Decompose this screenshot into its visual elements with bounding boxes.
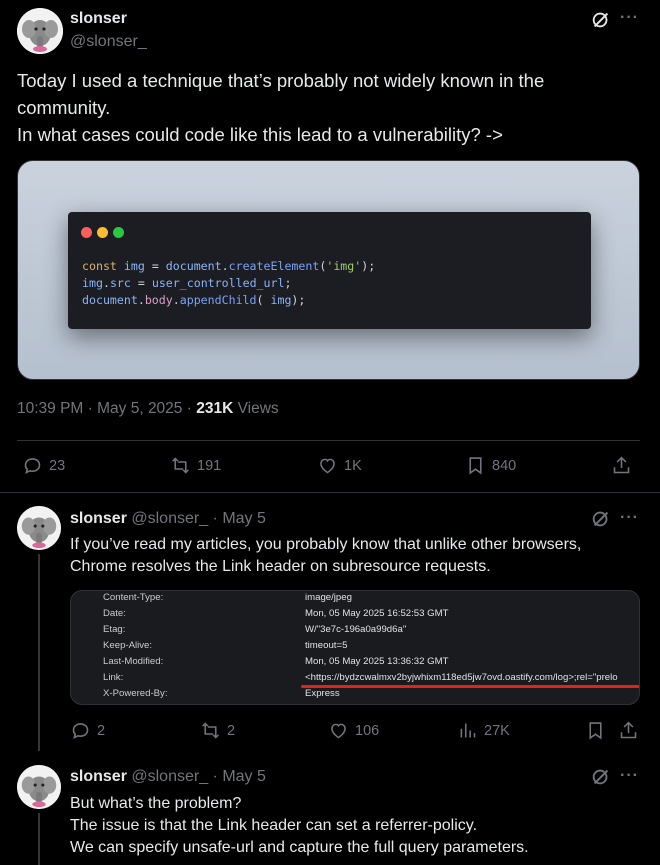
code-line-1: const img = document.createElement('img'… [82,259,376,273]
tweet-metadata: 10:39 PM · May 5, 2025 · 231K Views [17,400,279,418]
share-button[interactable] [618,720,639,741]
reply-count: 23 [49,457,66,474]
divider [0,492,660,493]
reply-icon [72,723,89,739]
avatar[interactable] [17,8,63,54]
elephant-avatar-icon [17,506,61,550]
like-icon [331,723,346,739]
grok-icon[interactable] [590,508,612,530]
reply-header: slonser @slonser_ · May 5 [70,510,266,528]
code-line-2: img.src = user_controlled_url; [82,276,292,290]
code-block: const img = document.createElement('img'… [82,258,375,309]
views-label: Views [233,400,279,417]
share-button[interactable] [611,455,632,476]
like-button[interactable]: 1K [317,455,362,476]
reply-text: But what’s the problem? The issue is tha… [70,795,529,856]
tweet-text: Today I used a technique that’s probably… [17,70,545,145]
reply-button[interactable]: 23 [22,455,65,476]
thread-line [38,554,40,751]
reply-date[interactable]: · May 5 [208,768,266,785]
like-count: 106 [355,722,380,739]
display-name[interactable]: slonser [70,510,127,527]
handle[interactable]: @slonser_ [131,768,208,785]
handle[interactable]: @slonser_ [70,33,147,51]
divider [17,440,640,441]
more-icon[interactable]: ··· [620,509,639,527]
timestamp[interactable]: 10:39 PM · May 5, 2025 · [17,400,196,417]
code-window: const img = document.createElement('img'… [68,212,591,329]
like-icon [320,458,335,474]
reply-button[interactable]: 2 [70,720,105,741]
display-name[interactable]: slonser [70,10,127,28]
handle[interactable]: @slonser_ [131,510,208,527]
reply-icon [24,458,41,474]
more-icon[interactable]: ··· [620,767,639,785]
share-icon [620,721,637,739]
like-count: 1K [344,457,362,474]
reply-date[interactable]: · May 5 [208,510,266,527]
share-icon [613,456,630,474]
views-button[interactable]: 27K [457,720,510,741]
repost-button[interactable]: 2 [200,720,235,741]
bookmark-icon [589,722,602,740]
repost-button[interactable]: 191 [170,455,221,476]
bookmark-button[interactable] [585,720,606,741]
grok-icon[interactable] [590,766,612,788]
grok-icon[interactable] [590,9,612,31]
bookmark-count: 840 [492,457,517,474]
tweet-image[interactable]: const img = document.createElement('img'… [17,160,640,380]
views-count: 27K [484,722,510,739]
reply-count: 2 [97,722,106,739]
window-controls [81,225,129,243]
reply-header: slonser @slonser_ · May 5 [70,768,266,786]
avatar[interactable] [17,765,61,809]
elephant-avatar-icon [17,8,63,54]
elephant-avatar-icon [17,765,61,809]
reply-text: If you’ve read my articles, you probably… [70,536,582,575]
avatar[interactable] [17,506,61,550]
like-button[interactable]: 106 [328,720,379,741]
code-line-3: document.body.appendChild( img); [82,293,306,307]
bookmark-icon [469,457,482,475]
display-name[interactable]: slonser [70,768,127,785]
views-count: 231K [196,400,234,417]
repost-count: 2 [227,722,236,739]
bookmark-button[interactable]: 840 [465,455,516,476]
highlight-underline [301,685,639,688]
reply-image[interactable]: Content-Type: image/jpeg Date: Mon, 05 May… [70,590,640,705]
repost-icon [172,457,189,474]
views-icon [460,723,476,738]
more-icon[interactable]: ··· [620,9,639,27]
repost-count: 191 [197,457,222,474]
repost-icon [202,722,219,739]
thread-line [38,813,40,865]
